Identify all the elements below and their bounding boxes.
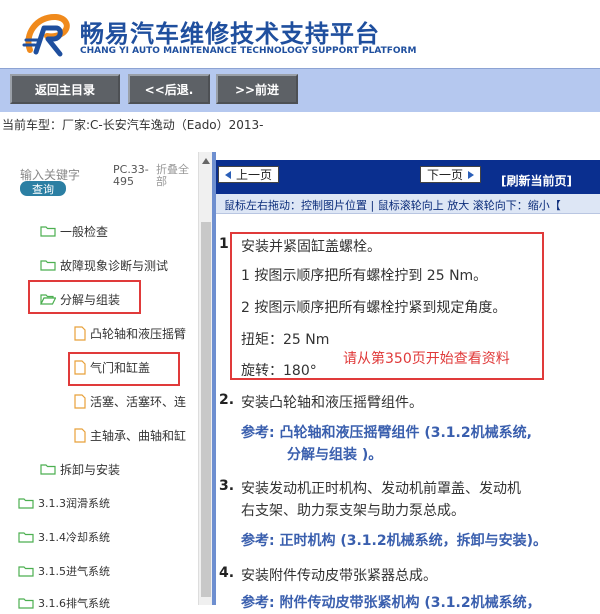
step-number: 4. <box>219 565 235 581</box>
tree-item-label: 3.1.5进气系统 <box>38 565 110 578</box>
collapse-all-link[interactable]: 折叠全部 <box>156 164 196 188</box>
logo-icon <box>22 14 70 57</box>
folder-icon <box>18 498 34 509</box>
document-icon <box>74 393 86 409</box>
tree-item-label: 凸轮轴和液压摇臂 <box>90 326 187 341</box>
highlight-box <box>230 232 544 380</box>
step-text: 安装凸轮轴和液压摇臂组件。 <box>241 395 423 411</box>
tree-item-intake[interactable]: 3.1.5进气系统 <box>18 560 110 582</box>
scrollbar-thumb[interactable] <box>201 222 211 597</box>
tree-item-piston[interactable]: 活塞、活塞环、连 <box>74 390 186 412</box>
tree-item-label: 3.1.4冷却系统 <box>38 531 110 544</box>
reference-link[interactable]: 分解与组装 )。 <box>287 444 382 464</box>
step-number: 1 <box>219 236 229 252</box>
document-icon <box>74 325 86 341</box>
brand-title: 畅易汽车维修技术支持平台 <box>80 20 380 48</box>
tree-item-label: 拆卸与安装 <box>60 462 121 477</box>
query-button[interactable]: 查询 <box>20 181 66 196</box>
left-scrollbar[interactable] <box>198 152 212 605</box>
tree-item-label: 主轴承、曲轴和缸 <box>90 428 187 443</box>
step-text: 安装发动机正时机构、发动机前罩盖、发动机 <box>241 481 521 497</box>
tree-item-label: 一般检查 <box>60 224 109 239</box>
refresh-page-link[interactable]: [刷新当前页] <box>501 172 572 189</box>
tree-item-label: 活塞、活塞环、连 <box>90 394 187 409</box>
page-code-label: PC.33-495 <box>113 163 149 188</box>
left-arrow-icon <box>225 170 231 179</box>
step-text: 右支架、助力泵支架与助力泵总成。 <box>241 503 465 519</box>
mouse-hint-bar: 鼠标左右拖动：控制图片位置 | 鼠标滚轮向上 放大 滚轮向下：缩小【 <box>216 194 600 214</box>
folder-icon <box>18 532 34 543</box>
tree-item-exhaust[interactable]: 3.1.6排气系统 <box>18 592 110 614</box>
tree-item-removal-installation[interactable]: 拆卸与安装 <box>40 458 120 480</box>
tree-item-main-bearing[interactable]: 主轴承、曲轴和缸 <box>74 424 186 446</box>
reference-link[interactable]: 参考: 附件传动皮带张紧机构 (3.1.2机械系统， <box>241 592 541 612</box>
header: 畅易汽车维修技术支持平台 CHANG YI AUTO MAINTENANCE T… <box>0 0 600 68</box>
back-button[interactable]: <<后退. <box>128 74 210 104</box>
reference-link[interactable]: 参考: 凸轮轴和液压摇臂组件 (3.1.2机械系统, <box>241 422 532 442</box>
reference-link[interactable]: 参考: 正时机构 (3.1.2机械系统，拆卸与安装)。 <box>241 530 547 550</box>
tree-item-fault-diagnosis[interactable]: 故障现象诊断与测试 <box>40 254 168 276</box>
folder-icon <box>18 598 34 609</box>
step-text: 安装附件传动皮带张紧器总成。 <box>241 568 437 584</box>
current-model-status: 当前车型：厂家:C-长安汽车逸动（Eado）2013- <box>0 112 600 138</box>
forward-button[interactable]: >>前进 <box>216 74 298 104</box>
tree-item-general-check[interactable]: 一般检查 <box>40 220 108 242</box>
previous-page-label: 上一页 <box>236 168 273 182</box>
next-page-label: 下一页 <box>427 168 464 182</box>
folder-icon <box>40 260 56 271</box>
document-icon <box>74 427 86 443</box>
previous-page-button[interactable]: 上一页 <box>218 166 280 183</box>
highlight-box <box>28 280 141 314</box>
folder-icon <box>40 464 56 475</box>
tree-item-label: 3.1.3润滑系统 <box>38 497 110 510</box>
brand-subtitle: CHANG YI AUTO MAINTENANCE TECHNOLOGY SUP… <box>80 46 417 56</box>
tree-item-cooling[interactable]: 3.1.4冷却系统 <box>18 526 110 548</box>
home-button[interactable]: 返回主目录 <box>10 74 120 104</box>
next-page-button[interactable]: 下一页 <box>420 166 482 183</box>
toolbar: 返回主目录 <<后退. >>前进 <box>0 68 600 112</box>
folder-icon <box>40 226 56 237</box>
right-arrow-icon <box>468 170 475 179</box>
tree-item-camshaft[interactable]: 凸轮轴和液压摇臂 <box>74 322 186 344</box>
folder-icon <box>18 566 34 577</box>
highlight-box <box>68 352 180 386</box>
step-number: 3. <box>219 478 235 494</box>
step-number: 2. <box>219 392 235 408</box>
tree-item-label: 故障现象诊断与测试 <box>60 258 169 273</box>
scroll-up-arrow-icon[interactable] <box>202 158 210 164</box>
tree-item-lubrication[interactable]: 3.1.3润滑系统 <box>18 492 110 514</box>
tree-item-label: 3.1.6排气系统 <box>38 597 110 610</box>
